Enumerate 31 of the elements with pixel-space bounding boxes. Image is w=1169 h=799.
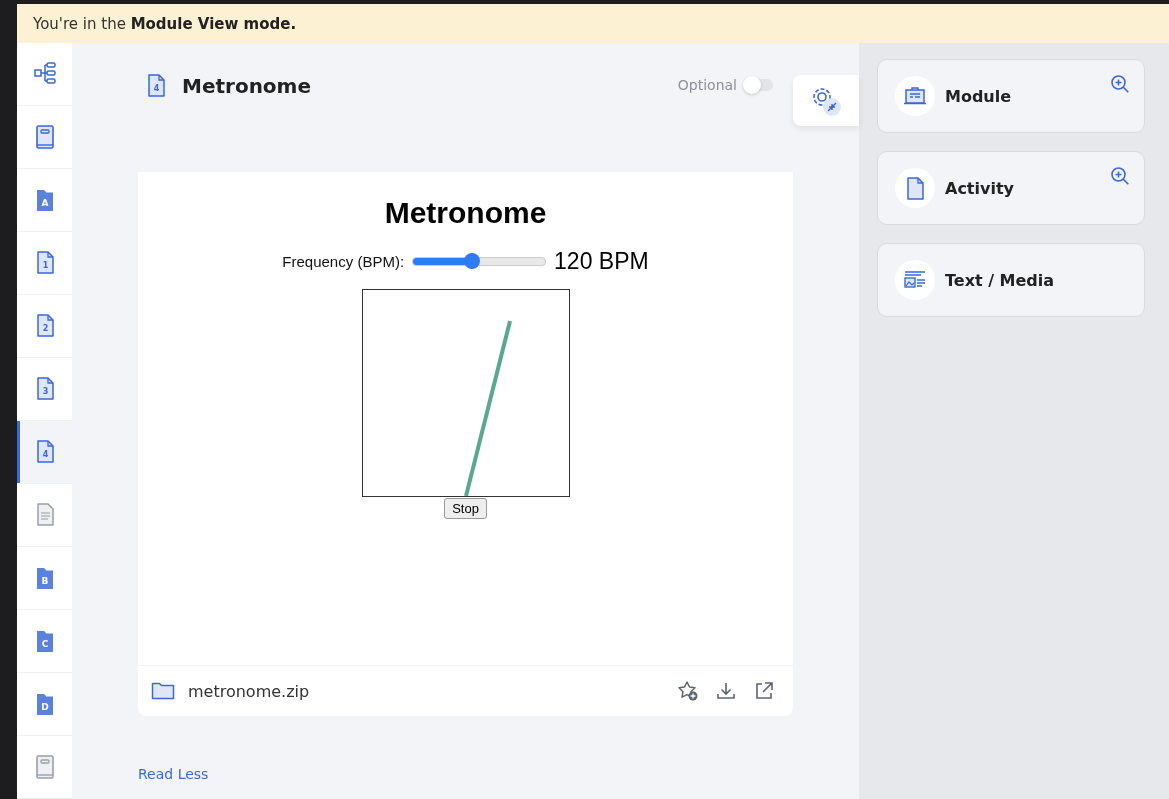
sidebar-item[interactable] (17, 106, 72, 168)
mode-message: You're in the Module View mode. (33, 14, 297, 33)
file-name: metronome.zip (188, 681, 311, 701)
page-title: Metronome (182, 74, 311, 98)
tree-icon (32, 61, 57, 87)
bpm-reading: 120 BPM (554, 248, 649, 275)
optional-label: Optional (677, 77, 737, 93)
frequency-label: Frequency (BPM): (282, 253, 405, 270)
element-card[interactable]: Activity (877, 151, 1145, 225)
sidebar-item[interactable]: 2 (17, 295, 72, 357)
stop-button[interactable]: Stop (444, 498, 487, 519)
sidebar-item[interactable] (17, 43, 72, 105)
settings-button[interactable] (793, 75, 859, 126)
zoom-in-icon[interactable] (1110, 74, 1130, 94)
sidebar-item[interactable]: 1 (17, 232, 72, 294)
folder-icon (151, 681, 175, 701)
sidebar-item[interactable]: D (17, 673, 72, 735)
zoom-in-icon[interactable] (1110, 166, 1130, 186)
sidebar-item[interactable]: 3 (17, 358, 72, 420)
card-label: Text / Media (945, 270, 1055, 290)
card-label: Activity (945, 178, 1014, 198)
sidebar-item[interactable]: B (17, 547, 72, 609)
optional-toggle[interactable] (745, 79, 773, 91)
metronome-heading: Metronome (384, 196, 547, 230)
sidebar-item[interactable]: C (17, 610, 72, 672)
card-label: Module (945, 86, 1012, 106)
element-card[interactable]: Module (877, 59, 1145, 133)
read-less-link[interactable]: Read Less (138, 766, 209, 782)
sidebar-item[interactable]: 4 (17, 421, 72, 483)
sidebar-item[interactable]: A (17, 169, 72, 231)
element-card[interactable]: Text / Media (877, 243, 1145, 317)
